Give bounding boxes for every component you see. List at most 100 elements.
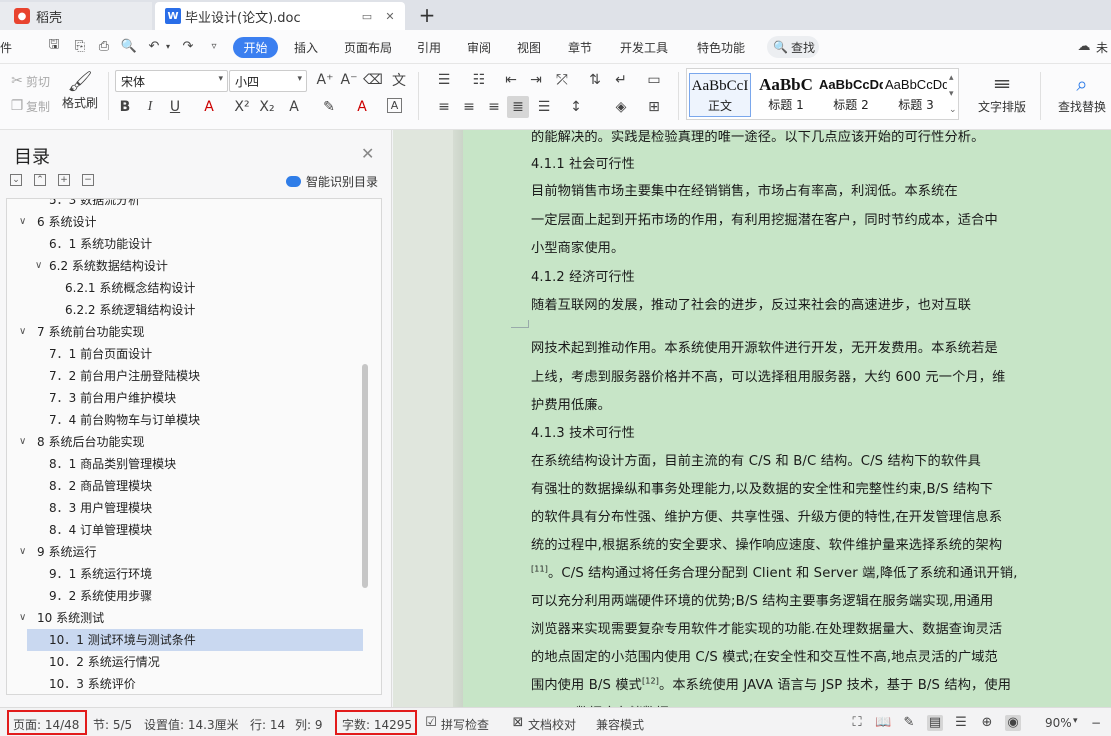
page-view-icon[interactable]: ▤ bbox=[927, 715, 943, 731]
menu-tab-view[interactable]: 视图 bbox=[517, 39, 541, 56]
redo-icon[interactable]: ↷ bbox=[180, 38, 196, 54]
status-setting[interactable]: 设置值: 14.3厘米 bbox=[144, 716, 239, 733]
citation-marker[interactable]: [11] bbox=[531, 565, 548, 574]
outline-item[interactable]: 7．1 前台页面设计 bbox=[7, 343, 365, 365]
document-line[interactable]: 一定层面上起到开拓市场的作用，有利用挖掘潜在客户，同时节约成本，适合中 bbox=[531, 209, 1036, 228]
spell-check-icon[interactable]: ☑ bbox=[423, 715, 439, 731]
menu-tab-features[interactable]: 特色功能 bbox=[697, 39, 745, 56]
outline-item[interactable]: ∨ 6 系统设计 bbox=[7, 211, 365, 233]
document-line[interactable]: 的地点固定的小范围内使用 C/S 模式;在安全性和交互性不高,地点灵活的广域范 bbox=[531, 646, 1036, 665]
quick-access-more-icon[interactable]: ▿ bbox=[206, 38, 222, 54]
underline-icon[interactable]: U bbox=[166, 98, 184, 116]
document-line[interactable]: 4.1.1 社会可行性 bbox=[531, 153, 1036, 172]
line-spacing-icon[interactable]: ↕ bbox=[567, 98, 585, 116]
print-preview-icon[interactable]: 🔍 bbox=[121, 38, 137, 54]
outline-item[interactable]: 10．3 系统评价 bbox=[7, 673, 365, 694]
document-line[interactable]: 有强壮的数据操纵和事务处理能力,以及数据的安全性和完整性约束,B/S 结构下 bbox=[531, 478, 1036, 497]
outline-item[interactable]: 8．1 商品类别管理模块 bbox=[7, 453, 365, 475]
tab-docer-home[interactable]: ● 稻壳 bbox=[0, 2, 152, 30]
float-window-icon[interactable]: ▭ bbox=[360, 9, 374, 23]
cloud-sync-icon[interactable]: ☁ bbox=[1076, 38, 1092, 54]
font-grow-icon[interactable]: A⁺ bbox=[316, 71, 334, 89]
document-line[interactable]: 4.1.3 技术可行性 bbox=[531, 422, 1036, 441]
font-size-select[interactable]: 小四 ▾ bbox=[229, 70, 307, 92]
fullscreen-icon[interactable]: ⛶ bbox=[849, 715, 865, 731]
document-line[interactable]: 。本系统使用 JAVA 语言与 JSP 技术，基于 B/S 结构，使用 bbox=[659, 674, 1036, 693]
show-marks-icon[interactable]: ↵ bbox=[612, 71, 630, 89]
document-area[interactable]: 的能解决的。实践是检验真理的唯一途径。以下几点应该开始的可行性分析。 4.1.1 … bbox=[393, 130, 1111, 707]
outline-item[interactable]: 7．4 前台购物车与订单模块 bbox=[7, 409, 365, 431]
justify-icon[interactable]: ≣ bbox=[509, 98, 527, 116]
save-icon[interactable]: 🖫 bbox=[46, 37, 62, 54]
read-mode-icon[interactable]: 📖 bbox=[875, 715, 891, 731]
document-line[interactable]: [11]。C/S 结构通过将任务合理分配到 Client 和 Server 端,… bbox=[531, 562, 1036, 581]
collapse-all-icon[interactable]: ⌄ bbox=[10, 174, 22, 186]
outline-item[interactable]: 6.2.2 系统逻辑结构设计 bbox=[7, 299, 365, 321]
status-doc-proof[interactable]: 文档校对 bbox=[528, 716, 576, 733]
outline-item[interactable]: ∨ 7 系统前台功能实现 bbox=[7, 321, 365, 343]
chevron-down-icon[interactable]: ∨ bbox=[35, 255, 42, 277]
status-row[interactable]: 行: 14 bbox=[250, 716, 285, 733]
gallery-scroll-up-icon[interactable]: ▴ bbox=[949, 73, 954, 83]
document-line[interactable]: 目前物销售市场主要集中在经销销售，市场占有率高，利润低。本系统在 bbox=[531, 180, 1036, 199]
expand-all-icon[interactable]: ⌃ bbox=[34, 174, 46, 186]
numbered-list-icon[interactable]: ☷ bbox=[470, 71, 488, 89]
eye-protection-icon[interactable]: ◉ bbox=[1005, 715, 1021, 731]
close-icon[interactable]: ✕ bbox=[383, 9, 397, 23]
font-shrink-icon[interactable]: A⁻ bbox=[340, 71, 358, 89]
print-icon[interactable]: ⎙ bbox=[96, 38, 112, 54]
distributed-align-icon[interactable]: ☰ bbox=[535, 98, 553, 116]
bold-icon[interactable]: B bbox=[116, 98, 134, 116]
align-right-icon[interactable]: ≡ bbox=[485, 98, 503, 116]
export-icon[interactable]: ⎘ bbox=[72, 38, 88, 54]
outline-item[interactable]: 6．1 系统功能设计 bbox=[7, 233, 365, 255]
outline-item[interactable]: 7．2 前台用户注册登陆模块 bbox=[7, 365, 365, 387]
outline-item[interactable]: ∨ 8 系统后台功能实现 bbox=[7, 431, 365, 453]
outline-item[interactable]: 9．1 系统运行环境 bbox=[7, 563, 365, 585]
subscript-icon[interactable]: X₂ bbox=[258, 98, 276, 116]
document-line[interactable]: 小型商家使用。 bbox=[531, 237, 1036, 256]
document-line[interactable]: 浏览器来实现需要复杂专用软件才能实现的功能.在处理数据量大、数据查询灵活 bbox=[531, 618, 1036, 637]
outline-view-icon[interactable]: ☰ bbox=[953, 715, 969, 731]
outline-item[interactable]: 8．2 商品管理模块 bbox=[7, 475, 365, 497]
status-word-count[interactable]: 字数: 14295 bbox=[342, 716, 412, 733]
outline-item[interactable]: 8．4 订单管理模块 bbox=[7, 519, 365, 541]
menu-tab-references[interactable]: 引用 bbox=[417, 39, 441, 56]
status-col[interactable]: 列: 9 bbox=[295, 716, 323, 733]
font-color-icon[interactable]: A bbox=[353, 98, 371, 116]
char-border-icon[interactable]: A bbox=[387, 98, 402, 113]
table-tools-icon[interactable]: ▭ bbox=[645, 71, 663, 89]
remove-heading-icon[interactable]: − bbox=[82, 174, 94, 186]
menu-search[interactable]: 🔍 查找 bbox=[767, 36, 819, 58]
copy-button[interactable]: ❐ 复制 bbox=[8, 97, 50, 115]
doc-proof-icon[interactable]: ⊠ bbox=[510, 715, 526, 731]
gallery-scroll-down-icon[interactable]: ▾ bbox=[949, 89, 954, 99]
text-layout-button[interactable]: 𝍢 文字排版 bbox=[972, 69, 1032, 115]
outline-item[interactable]: 7．3 前台用户维护模块 bbox=[7, 387, 365, 409]
menu-unsynced-partial[interactable]: 未 bbox=[1096, 39, 1108, 56]
menu-tab-page-layout[interactable]: 页面布局 bbox=[344, 39, 392, 56]
document-line[interactable]: 护费用低廉。 bbox=[531, 394, 1036, 413]
new-tab-button[interactable]: + bbox=[417, 3, 437, 27]
citation-marker[interactable]: [12] bbox=[642, 677, 659, 686]
status-spell-check[interactable]: 拼写检查 bbox=[441, 716, 489, 733]
menu-tab-insert[interactable]: 插入 bbox=[294, 39, 318, 56]
phonetic-guide-icon[interactable]: 文 bbox=[390, 71, 408, 89]
outline-item[interactable]: ∨ 6.2 系统数据结构设计 bbox=[7, 255, 365, 277]
font-color-red-icon[interactable]: A bbox=[200, 98, 218, 116]
status-page[interactable]: 页面: 14/48 bbox=[13, 716, 79, 733]
style-heading-1[interactable]: AaBbC 标题 1 bbox=[755, 73, 817, 117]
undo-dropdown-icon[interactable]: ▾ bbox=[160, 38, 176, 54]
close-icon[interactable]: ✕ bbox=[361, 144, 374, 163]
zoom-out-icon[interactable]: − bbox=[1091, 716, 1101, 730]
menu-tab-review[interactable]: 审阅 bbox=[467, 39, 491, 56]
bullet-list-icon[interactable]: ☰ bbox=[435, 71, 453, 89]
borders-icon[interactable]: ⊞ bbox=[645, 98, 663, 116]
menu-tab-start[interactable]: 开始 bbox=[233, 37, 278, 58]
chevron-down-icon[interactable]: ∨ bbox=[19, 211, 26, 233]
outline-item[interactable]: ∨ 10 系统测试 bbox=[7, 607, 365, 629]
cut-button[interactable]: ✂ 剪切 bbox=[8, 72, 50, 90]
smart-recognize-toc-button[interactable]: 智能识别目录 bbox=[286, 173, 378, 190]
document-line[interactable]: 统的过程中,根据系统的安全要求、操作响应速度、软件维护量来选择系统的架构 bbox=[531, 534, 1036, 553]
format-painter-button[interactable]: 🖌 格式刷 bbox=[60, 68, 100, 111]
